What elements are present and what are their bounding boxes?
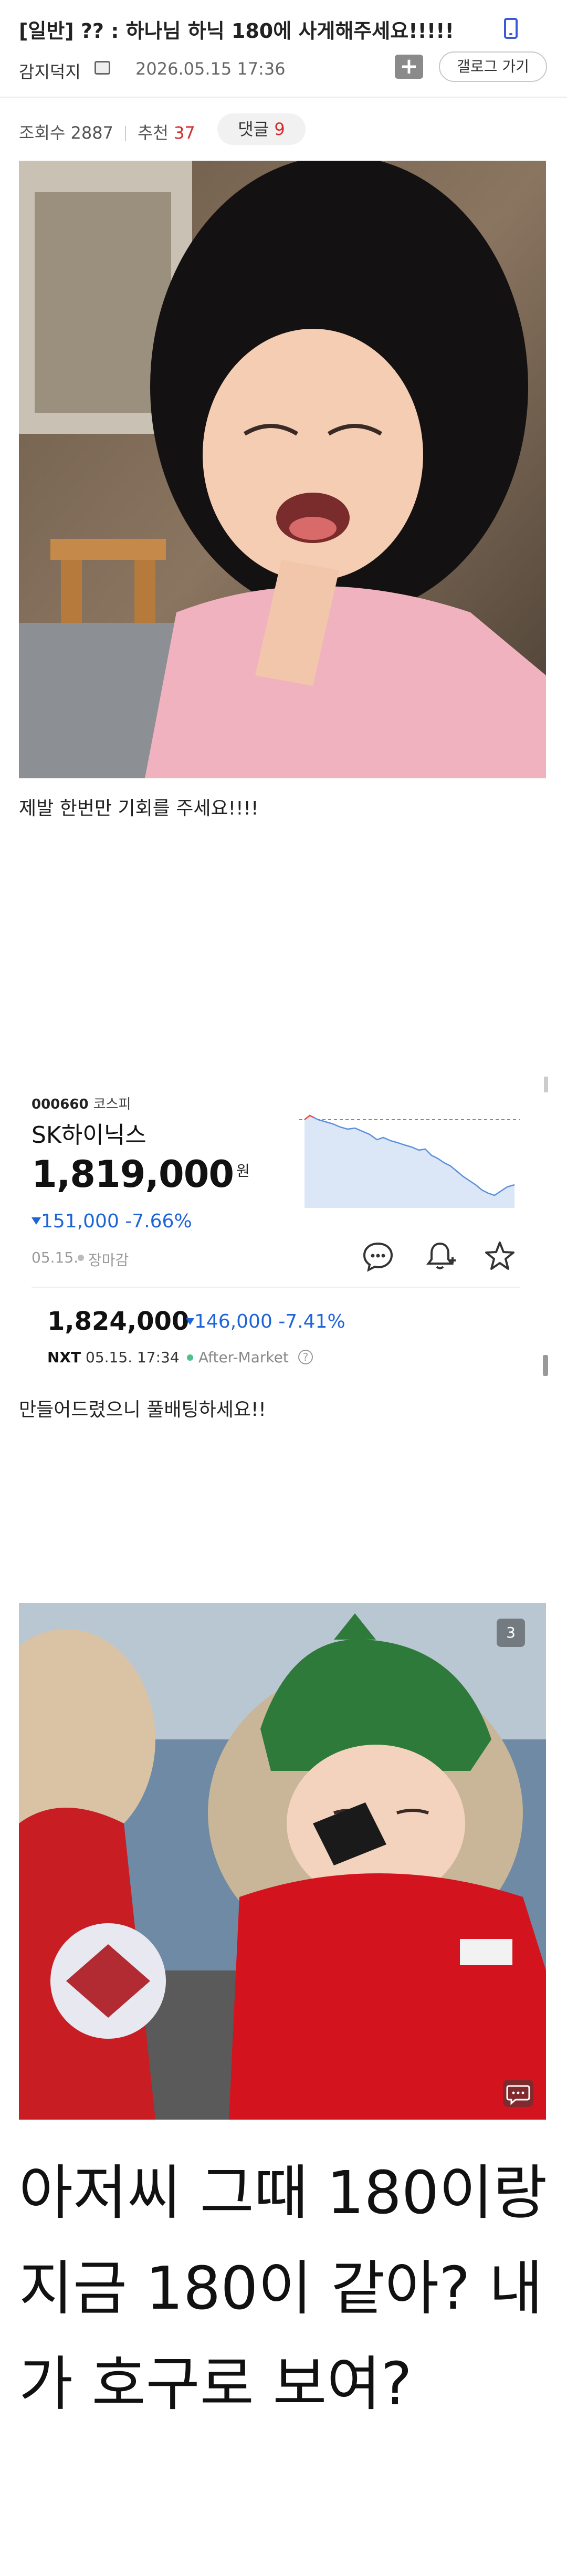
after-market-price: 1,824,000 [47,1307,190,1336]
down-arrow-icon [32,1217,41,1225]
card-scrollbar-bottom[interactable] [543,1355,548,1376]
nxt-label: NXT [47,1349,81,1366]
stock-market: 코스피 [93,1097,131,1112]
market-date: 05.15. [32,1249,79,1266]
bell-plus-icon[interactable] [423,1239,457,1273]
card-divider [32,1287,520,1288]
recommend-count: 37 [174,123,195,143]
gallery-log-button[interactable]: 갤로그 가기 [439,51,547,82]
comments-label: 댓글 [238,119,269,139]
status-dot-green [187,1354,193,1361]
user-badge-icon [94,61,110,75]
post-caption-2: 만들어드렸으니 풀배팅하세요!! [19,1399,266,1421]
views-label: 조회수 [19,123,66,143]
stock-code-value: 000660 [32,1097,89,1112]
comments-count: 9 [274,119,285,139]
image-count-badge: 3 [497,1619,525,1647]
status-dot [78,1255,84,1261]
stock-name[interactable]: SK하이닉스 [32,1116,146,1150]
stats-separator [124,126,126,141]
nxt-time: NXT 05.15. 17:34 [47,1349,180,1366]
post-image-baby-green-hat[interactable] [19,1603,546,2120]
post-date: 2026.05.15 17:36 [135,59,286,79]
stock-code: 000660 코스피 [32,1093,131,1113]
market-status: 장마감 [88,1252,129,1269]
star-icon[interactable] [483,1239,517,1273]
speech-bubble-icon[interactable] [361,1239,395,1273]
post-title: [일반] ?? : 하나님 하닉 180에 사게해주세요!!!!! [19,19,454,43]
post-caption-1: 제발 한번만 기회를 주세요!!!! [19,798,259,819]
post-stats: 조회수 2887 추천 37 [19,120,195,144]
intraday-chart [299,1114,520,1208]
mobile-phone-icon [504,18,518,39]
header-divider [0,97,567,98]
after-market-change: 146,000 -7.41% [194,1311,345,1332]
post-image-praying-child[interactable] [19,161,546,778]
down-arrow-icon [186,1318,194,1325]
nxt-timestamp: 05.15. 17:34 [86,1349,180,1366]
views-count: 2887 [70,123,113,143]
help-icon[interactable]: ? [298,1350,313,1364]
comments-button[interactable]: 댓글 9 [217,113,306,145]
stock-price: 1,819,000 [32,1153,234,1196]
stock-change: 151,000 -7.66% [41,1211,192,1232]
add-button[interactable]: + [395,55,423,79]
post-big-text: 아저씨 그때 180이랑 지금 180이 같아? 내가 호구로 보여? [19,2159,548,2418]
after-market-label: After-Market [198,1349,289,1366]
price-unit: 원 [236,1162,250,1180]
card-scrollbar-top [544,1077,548,1092]
chat-bubble-icon[interactable] [503,2080,533,2107]
recommend-label: 추천 [137,123,169,143]
author-name[interactable]: 감지덕지 [19,59,81,83]
